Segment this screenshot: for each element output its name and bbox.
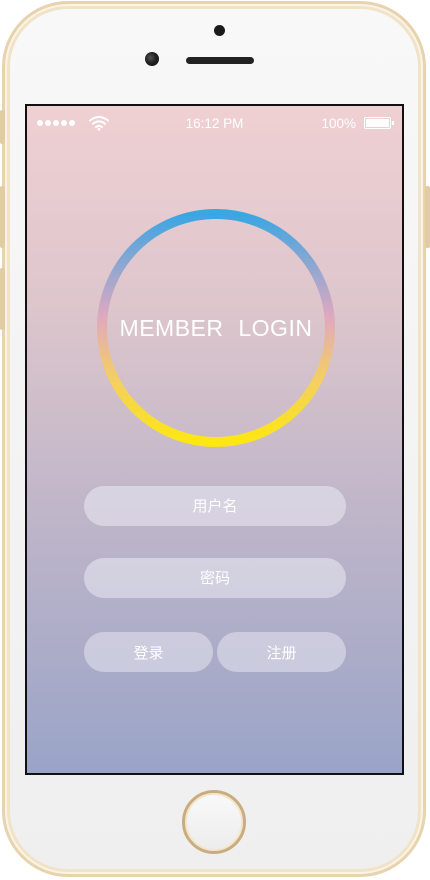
volume-down-button	[0, 268, 5, 330]
password-input[interactable]	[84, 558, 346, 598]
earpiece-speaker-icon	[186, 57, 254, 64]
member-login-title: MEMBER LOGIN	[119, 314, 313, 341]
battery-icon	[364, 117, 394, 129]
register-button[interactable]: 注册	[217, 632, 346, 672]
volume-up-button	[0, 186, 5, 248]
status-bar: 16:12 PM 100%	[27, 106, 402, 142]
proximity-sensor-icon	[214, 25, 225, 36]
login-button[interactable]: 登录	[84, 632, 213, 672]
page: 16:12 PM 100% MEMBER LOGIN 登录 注册	[0, 0, 430, 880]
front-camera-icon	[145, 52, 159, 66]
silent-switch	[0, 110, 5, 144]
username-input[interactable]	[84, 486, 346, 526]
battery-percent: 100%	[321, 116, 356, 131]
home-button-icon[interactable]	[182, 790, 246, 854]
app-screen: 16:12 PM 100% MEMBER LOGIN 登录 注册	[25, 104, 404, 775]
power-button	[425, 186, 430, 248]
